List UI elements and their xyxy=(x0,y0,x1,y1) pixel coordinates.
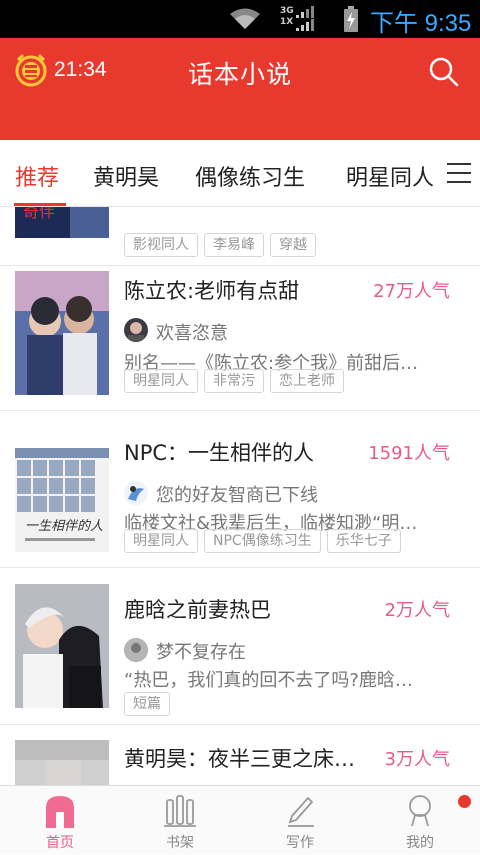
tag-list: 明星同人 NPC偶像练习生 乐华七子 xyxy=(124,529,407,553)
nav-bookshelf[interactable]: 书架 xyxy=(120,786,240,855)
story-cover[interactable] xyxy=(15,740,109,785)
tab-idol-producer[interactable]: 偶像练习生 xyxy=(195,160,305,192)
nav-label: 我的 xyxy=(406,835,434,851)
tag[interactable]: 非常污 xyxy=(204,369,264,393)
category-tabs: 推荐 黄明昊 偶像练习生 明星同人 xyxy=(0,140,480,207)
bottom-navigation: 首页 书架 写作 我的 xyxy=(0,785,480,854)
pen-icon xyxy=(288,796,314,827)
tag[interactable]: NPC偶像练习生 xyxy=(204,529,321,553)
popularity-count: 1591人气 xyxy=(368,443,450,464)
nav-home[interactable]: 首页 xyxy=(0,786,120,855)
network-type: 3G 1X xyxy=(280,6,294,27)
tag-list: 影视同人 李易峰 穿越 xyxy=(124,233,322,257)
active-tab-indicator xyxy=(14,203,66,206)
tag-list: 短篇 xyxy=(124,692,176,716)
author-avatar xyxy=(124,318,148,342)
story-card[interactable]: 奇伴 影视同人 李易峰 穿越 xyxy=(0,207,480,266)
tag[interactable]: 影视同人 xyxy=(124,233,198,257)
clock: 下午 9:35 xyxy=(370,10,472,37)
author-name[interactable]: 您的好友智商已下线 xyxy=(156,481,318,507)
story-title[interactable]: 鹿晗之前妻热巴 xyxy=(124,594,271,624)
story-card[interactable]: 陈立农:老师有点甜 27万人气 欢喜恣意 别名——《陈立农:参个我》前甜后… 明… xyxy=(0,267,480,411)
story-cover[interactable]: 一生相伴的人 xyxy=(15,448,109,552)
signal-icon xyxy=(296,19,314,31)
app-title: 话本小说 xyxy=(187,60,292,89)
author-name[interactable]: 欢喜恣意 xyxy=(156,319,228,345)
profile-icon xyxy=(409,795,431,827)
story-card[interactable]: 一生相伴的人 NPC：一生相伴的人 1591人气 您的好友智商已下线 临楼文社&… xyxy=(0,411,480,568)
tag[interactable]: 恋上老师 xyxy=(270,369,344,393)
author-avatar xyxy=(124,638,148,662)
tab-huang-minghao[interactable]: 黄明昊 xyxy=(93,160,159,192)
status-bar: 3G 1X 下午 9:35 xyxy=(0,0,480,38)
nav-label: 首页 xyxy=(46,835,74,851)
author-avatar xyxy=(124,481,148,505)
tag[interactable]: 穿越 xyxy=(270,233,316,257)
story-title[interactable]: 黄明昊：夜半三更之床… xyxy=(124,743,355,773)
story-description: “热巴，我们真的回不去了吗?鹿晗… xyxy=(124,670,413,691)
story-cover[interactable] xyxy=(15,271,109,395)
tag[interactable]: 明星同人 xyxy=(124,529,198,553)
story-cover[interactable]: 奇伴 xyxy=(15,207,109,238)
story-card[interactable]: 黄明昊：夜半三更之床… 3万人气 xyxy=(0,725,480,785)
signal-icon xyxy=(296,6,314,18)
home-icon xyxy=(46,796,74,828)
story-title[interactable]: 陈立农:老师有点甜 xyxy=(124,275,299,305)
tab-recommend[interactable]: 推荐 xyxy=(15,160,59,192)
svg-text:奇伴: 奇伴 xyxy=(23,207,55,221)
nav-label: 书架 xyxy=(166,835,194,851)
author-name[interactable]: 梦不复存在 xyxy=(156,638,246,664)
nav-write[interactable]: 写作 xyxy=(240,786,360,855)
tab-celebrity-fanfic[interactable]: 明星同人 xyxy=(346,160,434,192)
notification-dot xyxy=(458,795,471,808)
battery-charging-icon xyxy=(344,6,358,32)
popularity-count: 3万人气 xyxy=(384,749,450,770)
popularity-count: 2万人气 xyxy=(384,600,450,621)
tag[interactable]: 明星同人 xyxy=(124,369,198,393)
story-title[interactable]: NPC：一生相伴的人 xyxy=(124,437,314,467)
story-card[interactable]: 鹿晗之前妻热巴 2万人气 梦不复存在 “热巴，我们真的回不去了吗?鹿晗… 短篇 xyxy=(0,568,480,725)
wifi-icon xyxy=(230,8,260,29)
tag-list: 明星同人 非常污 恋上老师 xyxy=(124,369,350,393)
popularity-count: 27万人气 xyxy=(373,281,450,302)
tag[interactable]: 短篇 xyxy=(124,692,170,716)
nav-label: 写作 xyxy=(286,835,314,851)
search-icon[interactable] xyxy=(428,56,460,88)
cover-title-text: 一生相伴的人 xyxy=(25,519,103,534)
story-cover[interactable] xyxy=(15,584,109,708)
story-feed[interactable]: 奇伴 影视同人 李易峰 穿越 陈立农:老师有点甜 27万人气 欢喜恣意 别名——… xyxy=(0,207,480,785)
menu-icon[interactable] xyxy=(447,162,471,184)
tag[interactable]: 乐华七子 xyxy=(326,529,401,553)
tag[interactable]: 李易峰 xyxy=(204,233,264,257)
bookshelf-icon xyxy=(164,795,196,827)
